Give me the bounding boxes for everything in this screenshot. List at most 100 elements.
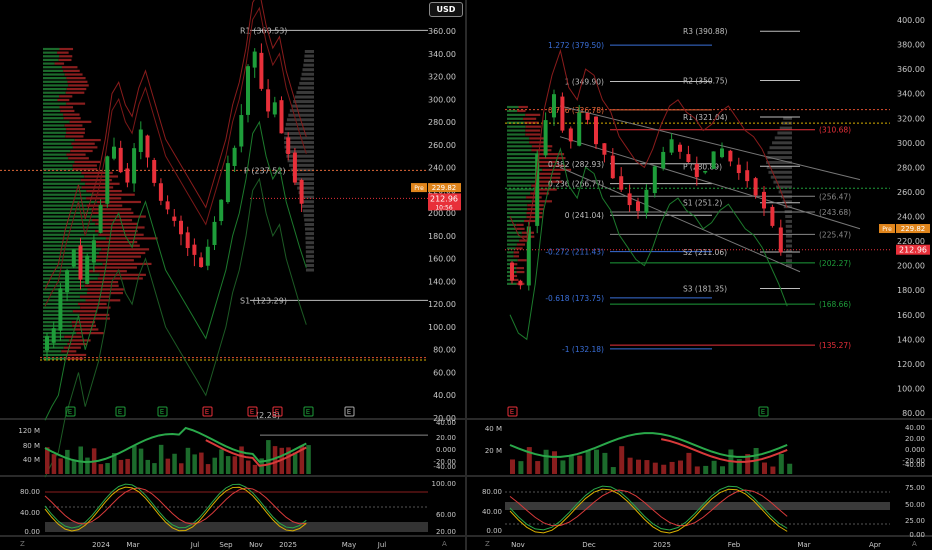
- volume-profile-bar: [71, 321, 96, 324]
- volume-bar: [686, 452, 692, 474]
- volume-bar: [58, 458, 63, 474]
- candle: [720, 148, 724, 158]
- candle: [145, 135, 150, 158]
- volume-profile-bar: [43, 324, 73, 327]
- session-profile-bar: [304, 223, 314, 226]
- left-volume-osc-tick: 0.000: [436, 446, 456, 454]
- pivot-label: S2 (211.06): [683, 248, 727, 257]
- pivot-label: R2 (350.75): [683, 76, 728, 85]
- left-zoom-icon[interactable]: Z: [20, 540, 25, 548]
- volume-profile-bar: [507, 156, 540, 160]
- volume-profile-bar: [507, 208, 528, 211]
- session-profile-bar: [785, 229, 792, 233]
- session-profile-bar: [284, 127, 314, 131]
- volume-bar: [152, 463, 157, 474]
- earnings-badge-label: E: [347, 408, 351, 416]
- volume-profile-bar: [43, 98, 58, 102]
- session-profile-bar: [287, 159, 314, 163]
- volume-profile-bar: [513, 278, 519, 282]
- volume-bar: [518, 461, 524, 474]
- left-price-tick: 180.00: [428, 232, 456, 241]
- volume-bar: [158, 444, 164, 474]
- volume-profile-bar: [43, 66, 62, 69]
- volume-profile-bar: [98, 233, 144, 236]
- volume-profile-bar: [507, 212, 527, 215]
- volume-profile-bar: [59, 55, 73, 58]
- earnings-badge-label: E: [118, 408, 122, 416]
- volume-profile-bar: [43, 328, 74, 331]
- volume-bar: [568, 455, 574, 474]
- volume-profile-bar: [59, 47, 74, 51]
- pivot-label: R3 (390.88): [683, 27, 728, 36]
- pivot-label: P (280.89): [683, 162, 722, 171]
- volume-bar: [678, 460, 683, 474]
- volume-profile-bar: [79, 295, 111, 298]
- session-profile-bar: [303, 59, 314, 63]
- volume-bar: [594, 449, 599, 474]
- session-profile-bar: [785, 244, 792, 248]
- left-price-tick: 340.00: [428, 50, 456, 59]
- volume-profile-bar: [74, 160, 101, 164]
- candle: [65, 270, 70, 292]
- volume-bar: [266, 440, 271, 474]
- volume-bar: [232, 456, 238, 474]
- volume-profile-bar: [68, 84, 89, 87]
- volume-profile-bar: [518, 105, 528, 109]
- volume-profile-bar: [43, 80, 68, 83]
- right-zoom-icon[interactable]: Z: [485, 540, 490, 548]
- volume-profile-bar: [507, 133, 526, 136]
- volume-profile-bar: [89, 270, 127, 273]
- candle: [753, 178, 758, 196]
- session-profile-bar: [785, 219, 792, 223]
- volume-bar: [644, 460, 650, 474]
- chart-workspace: 360.00 340.00 320.00 300.00 280.00 260.00 240.…: [0, 0, 932, 550]
- volume-bar: [65, 449, 70, 474]
- candle: [272, 102, 277, 115]
- right-price-tick: 260.00: [897, 188, 925, 197]
- volume-bar: [770, 466, 776, 474]
- left-time-tick: Jul: [377, 541, 387, 549]
- session-profile-bar: [304, 49, 314, 53]
- candle: [165, 201, 170, 210]
- volume-profile-bar: [43, 193, 94, 196]
- right-price-tick: 280.00: [897, 163, 925, 172]
- volume-bar: [510, 459, 515, 474]
- charts-canvas[interactable]: 360.00 340.00 320.00 300.00 280.00 260.00 240.…: [0, 0, 932, 550]
- volume-bar: [602, 452, 608, 474]
- volume-profile-bar: [70, 149, 93, 153]
- candle: [711, 151, 716, 169]
- session-profile-bar: [305, 232, 314, 236]
- volume-profile-bar: [43, 77, 67, 80]
- volume-profile-bar: [99, 251, 146, 255]
- volume-profile-bar: [63, 117, 81, 120]
- volume-profile-bar: [507, 153, 539, 156]
- right-volume-osc-tick: 20.00: [905, 435, 925, 443]
- candle: [179, 220, 183, 235]
- right-price-tick: 160.00: [897, 311, 925, 320]
- volume-profile-bar: [43, 164, 73, 167]
- volume-profile-bar: [79, 313, 110, 317]
- volume-profile-bar: [507, 129, 526, 132]
- left-auto-icon[interactable]: A: [442, 540, 447, 548]
- volume-profile-bar: [43, 291, 87, 295]
- volume-profile-bar: [43, 149, 71, 153]
- volume-profile-bar: [526, 212, 543, 215]
- volume-bar: [577, 455, 583, 474]
- side-level-label: (202.27): [819, 259, 851, 268]
- right-auto-icon[interactable]: A: [912, 540, 917, 548]
- volume-profile-bar: [43, 332, 77, 335]
- side-level-label: (135.27): [819, 341, 851, 350]
- currency-button[interactable]: USD: [429, 2, 463, 17]
- volume-profile-bar: [43, 200, 97, 204]
- session-profile-bar: [303, 63, 314, 67]
- candle: [543, 120, 548, 156]
- left-stoch-tick: 40.00: [20, 509, 40, 517]
- session-profile-bar: [299, 81, 314, 85]
- volume-profile-bar: [54, 62, 65, 65]
- volume-profile-bar: [507, 145, 532, 148]
- volume-profile-bar: [61, 350, 77, 353]
- candle: [652, 166, 657, 194]
- volume-profile-bar: [72, 310, 98, 313]
- volume-bar: [45, 447, 50, 474]
- volume-profile-bar: [43, 138, 75, 142]
